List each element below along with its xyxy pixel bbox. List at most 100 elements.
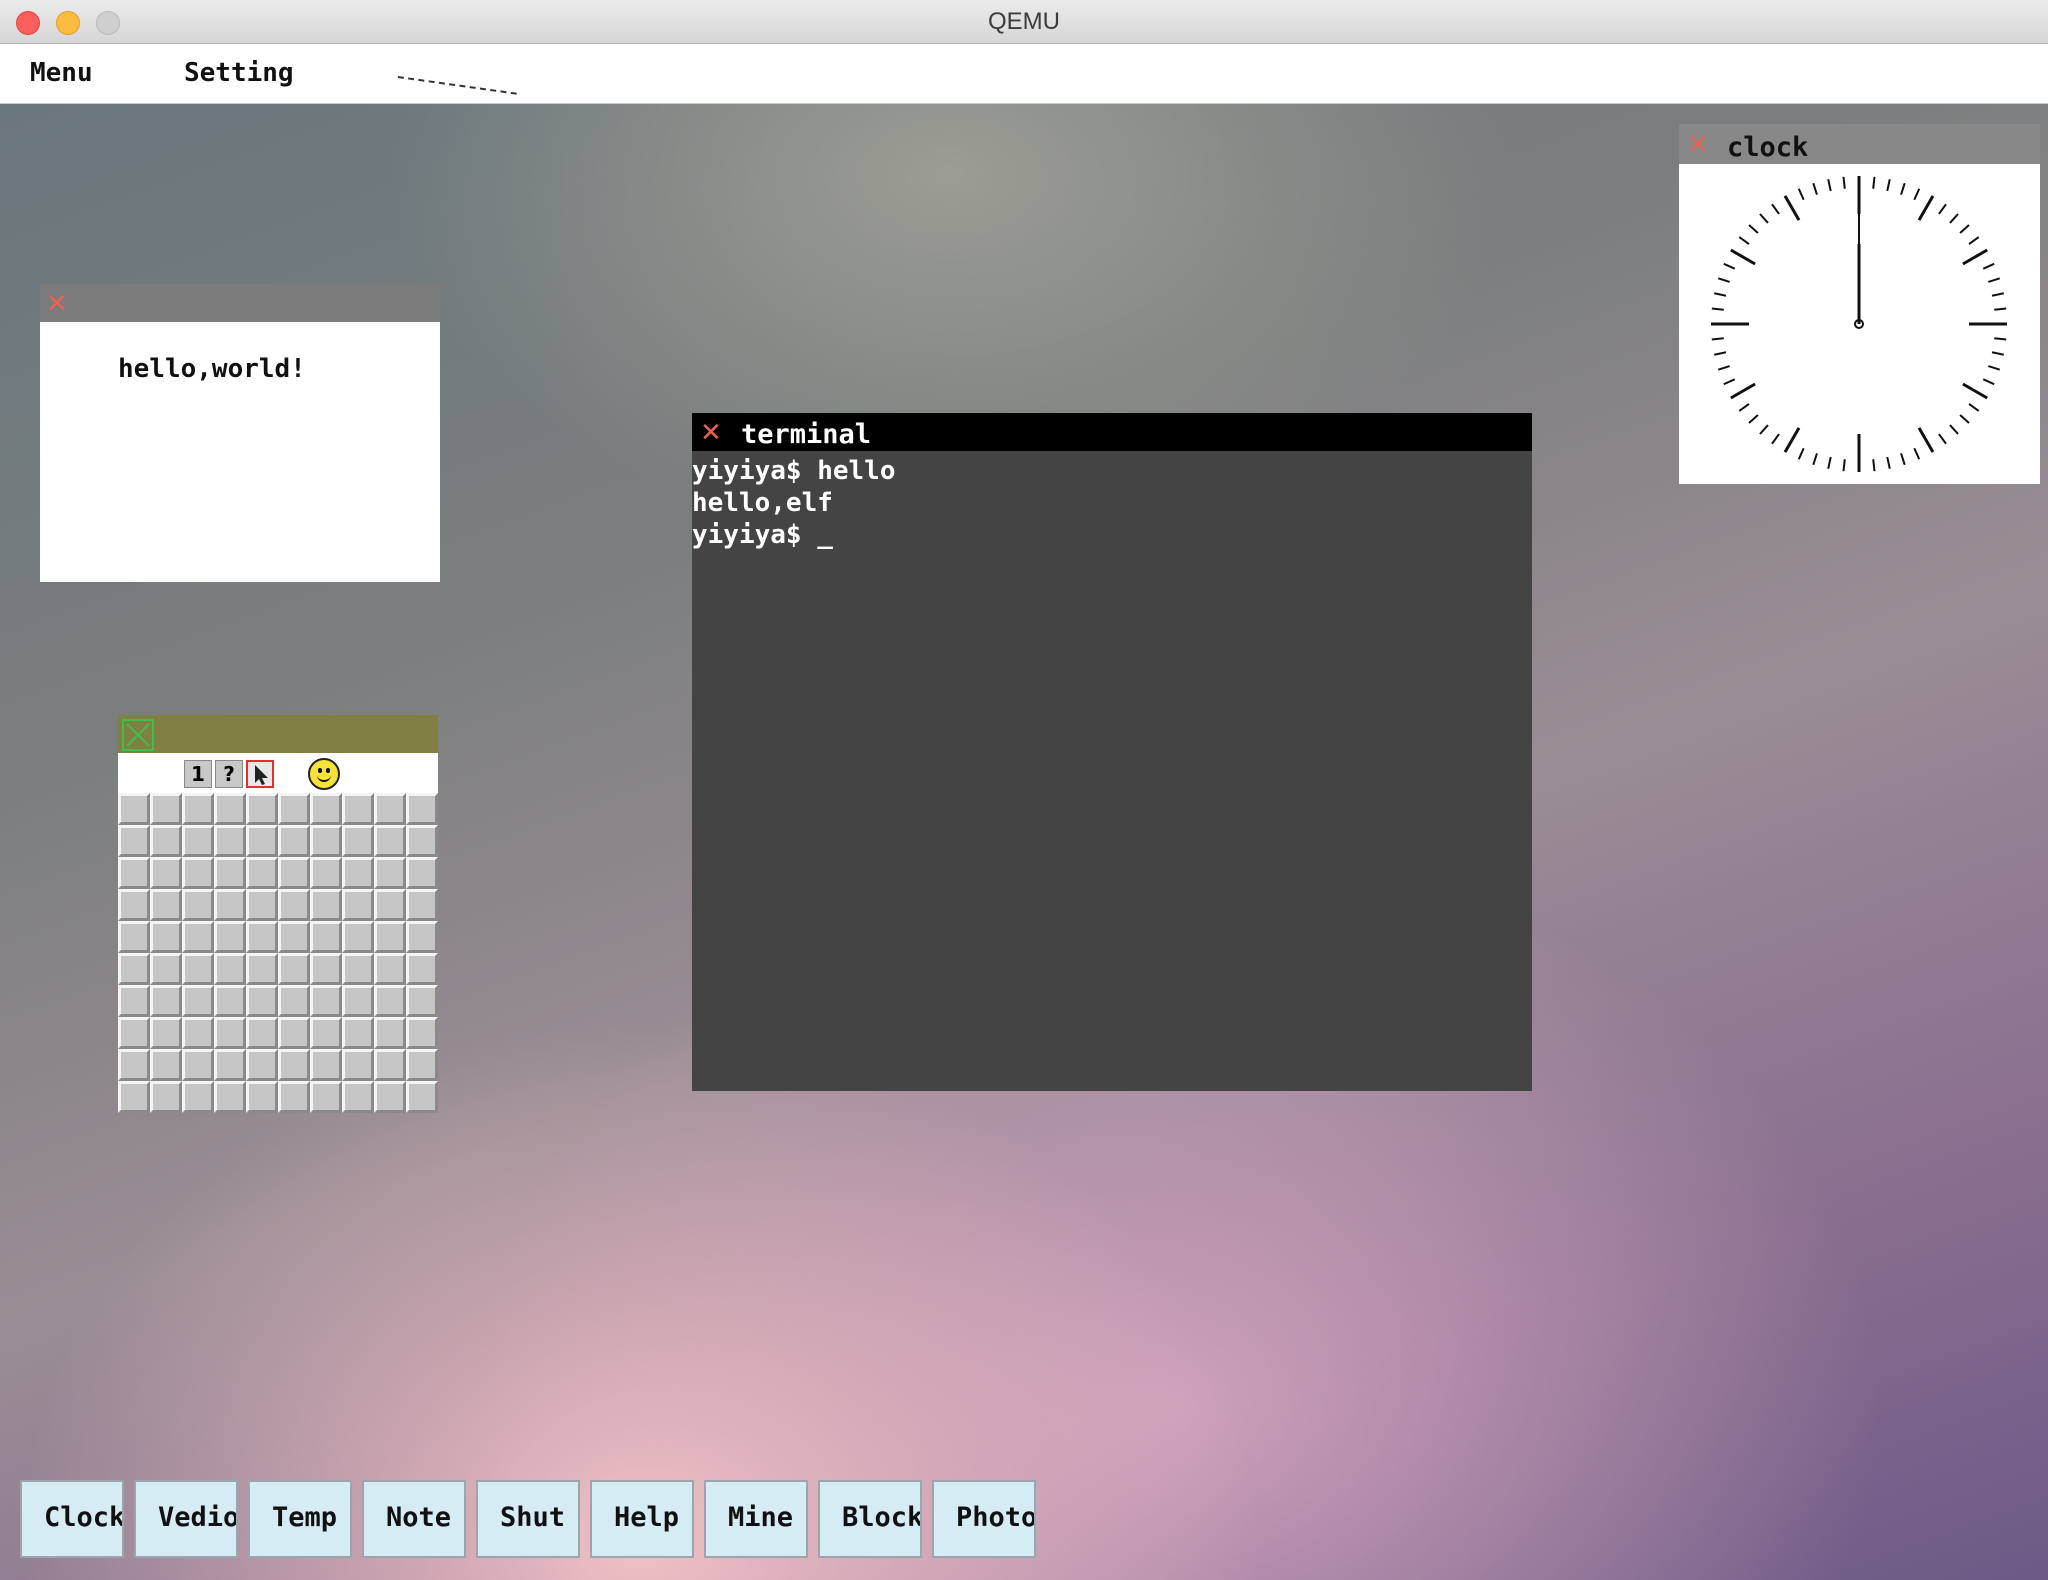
mine-cell[interactable] bbox=[310, 921, 342, 953]
mine-cell[interactable] bbox=[150, 793, 182, 825]
mine-cell[interactable] bbox=[278, 793, 310, 825]
mine-cell[interactable] bbox=[214, 1081, 246, 1113]
mine-cell[interactable] bbox=[182, 793, 214, 825]
hello-window-titlebar[interactable]: ✕ bbox=[40, 284, 440, 322]
mine-cell[interactable] bbox=[182, 889, 214, 921]
close-icon[interactable]: ✕ bbox=[700, 420, 722, 446]
mine-cell[interactable] bbox=[150, 889, 182, 921]
taskbar-button-temp[interactable]: Temp bbox=[248, 1480, 352, 1558]
mine-cell[interactable] bbox=[342, 921, 374, 953]
mine-cell[interactable] bbox=[310, 1081, 342, 1113]
mine-cell[interactable] bbox=[246, 889, 278, 921]
flag-tool-icon[interactable]: 1 bbox=[184, 760, 212, 788]
mine-cell[interactable] bbox=[374, 825, 406, 857]
terminal-body[interactable]: yiyiya$ hello hello,elf yiyiya$ _ bbox=[692, 451, 1532, 1091]
mine-cell[interactable] bbox=[374, 793, 406, 825]
mine-cell[interactable] bbox=[246, 1017, 278, 1049]
mine-cell[interactable] bbox=[214, 825, 246, 857]
mine-cell[interactable] bbox=[118, 793, 150, 825]
mine-cell[interactable] bbox=[214, 1049, 246, 1081]
mine-cell[interactable] bbox=[310, 793, 342, 825]
mine-cell[interactable] bbox=[214, 857, 246, 889]
mine-cell[interactable] bbox=[406, 1081, 438, 1113]
mine-cell[interactable] bbox=[214, 953, 246, 985]
mine-cell[interactable] bbox=[406, 825, 438, 857]
mine-cell[interactable] bbox=[374, 1049, 406, 1081]
question-tool-icon[interactable]: ? bbox=[215, 760, 243, 788]
mine-cell[interactable] bbox=[246, 1049, 278, 1081]
menu-setting[interactable]: Setting bbox=[184, 58, 294, 88]
mine-cell[interactable] bbox=[278, 985, 310, 1017]
mine-cell[interactable] bbox=[150, 921, 182, 953]
mine-cell[interactable] bbox=[246, 825, 278, 857]
mine-cell[interactable] bbox=[278, 1049, 310, 1081]
mine-cell[interactable] bbox=[374, 921, 406, 953]
mine-cell[interactable] bbox=[182, 825, 214, 857]
mine-cell[interactable] bbox=[406, 857, 438, 889]
clock-titlebar[interactable]: ✕ clock bbox=[1679, 124, 2040, 164]
mine-cell[interactable] bbox=[182, 985, 214, 1017]
mine-cell[interactable] bbox=[406, 1017, 438, 1049]
taskbar-button-shut[interactable]: Shut bbox=[476, 1480, 580, 1558]
taskbar-button-clock[interactable]: Clock bbox=[20, 1480, 124, 1558]
mine-cell[interactable] bbox=[118, 889, 150, 921]
mine-cell[interactable] bbox=[150, 825, 182, 857]
mine-cell[interactable] bbox=[182, 953, 214, 985]
mine-cell[interactable] bbox=[182, 857, 214, 889]
taskbar-button-block[interactable]: Block bbox=[818, 1480, 922, 1558]
mine-cell[interactable] bbox=[278, 921, 310, 953]
mine-cell[interactable] bbox=[118, 1017, 150, 1049]
mine-cell[interactable] bbox=[246, 921, 278, 953]
taskbar-button-vedio[interactable]: Vedio bbox=[134, 1480, 238, 1558]
mine-cell[interactable] bbox=[278, 825, 310, 857]
mine-cell[interactable] bbox=[310, 1049, 342, 1081]
mine-cell[interactable] bbox=[118, 1049, 150, 1081]
mine-cell[interactable] bbox=[310, 825, 342, 857]
mine-cell[interactable] bbox=[246, 953, 278, 985]
mine-cell[interactable] bbox=[374, 889, 406, 921]
mine-cell[interactable] bbox=[278, 857, 310, 889]
minesweeper-titlebar[interactable] bbox=[118, 715, 438, 753]
taskbar-button-help[interactable]: Help bbox=[590, 1480, 694, 1558]
mine-cell[interactable] bbox=[150, 1017, 182, 1049]
mine-cell[interactable] bbox=[214, 889, 246, 921]
taskbar-button-mine[interactable]: Mine bbox=[704, 1480, 808, 1558]
terminal-titlebar[interactable]: ✕ terminal bbox=[692, 413, 1532, 451]
mine-cell[interactable] bbox=[374, 1017, 406, 1049]
mine-cell[interactable] bbox=[214, 985, 246, 1017]
mine-cell[interactable] bbox=[278, 889, 310, 921]
mine-cell[interactable] bbox=[246, 857, 278, 889]
close-icon[interactable]: ✕ bbox=[46, 291, 68, 317]
mine-cell[interactable] bbox=[278, 1081, 310, 1113]
mine-cell[interactable] bbox=[182, 921, 214, 953]
mine-cell[interactable] bbox=[406, 793, 438, 825]
mine-cell[interactable] bbox=[342, 985, 374, 1017]
mine-cell[interactable] bbox=[342, 953, 374, 985]
mine-cell[interactable] bbox=[214, 1017, 246, 1049]
mine-cell[interactable] bbox=[342, 825, 374, 857]
mine-cell[interactable] bbox=[406, 985, 438, 1017]
mine-cell[interactable] bbox=[342, 1049, 374, 1081]
mine-cell[interactable] bbox=[182, 1049, 214, 1081]
mine-cell[interactable] bbox=[406, 921, 438, 953]
taskbar-button-photo[interactable]: Photo bbox=[932, 1480, 1036, 1558]
mine-cell[interactable] bbox=[342, 1017, 374, 1049]
mine-cell[interactable] bbox=[118, 921, 150, 953]
mine-cell[interactable] bbox=[118, 985, 150, 1017]
mine-cell[interactable] bbox=[342, 793, 374, 825]
mine-cell[interactable] bbox=[406, 1049, 438, 1081]
mine-cell[interactable] bbox=[406, 889, 438, 921]
pointer-tool-icon[interactable] bbox=[246, 760, 274, 788]
smiley-icon[interactable] bbox=[308, 758, 340, 790]
mine-cell[interactable] bbox=[374, 985, 406, 1017]
mine-cell[interactable] bbox=[182, 1017, 214, 1049]
mine-cell[interactable] bbox=[118, 1081, 150, 1113]
mine-cell[interactable] bbox=[118, 825, 150, 857]
mine-cell[interactable] bbox=[246, 793, 278, 825]
mine-cell[interactable] bbox=[118, 857, 150, 889]
mine-cell[interactable] bbox=[150, 1081, 182, 1113]
mine-cell[interactable] bbox=[246, 985, 278, 1017]
mine-cell[interactable] bbox=[310, 889, 342, 921]
close-icon[interactable]: ✕ bbox=[1687, 132, 1709, 158]
mine-cell[interactable] bbox=[342, 857, 374, 889]
